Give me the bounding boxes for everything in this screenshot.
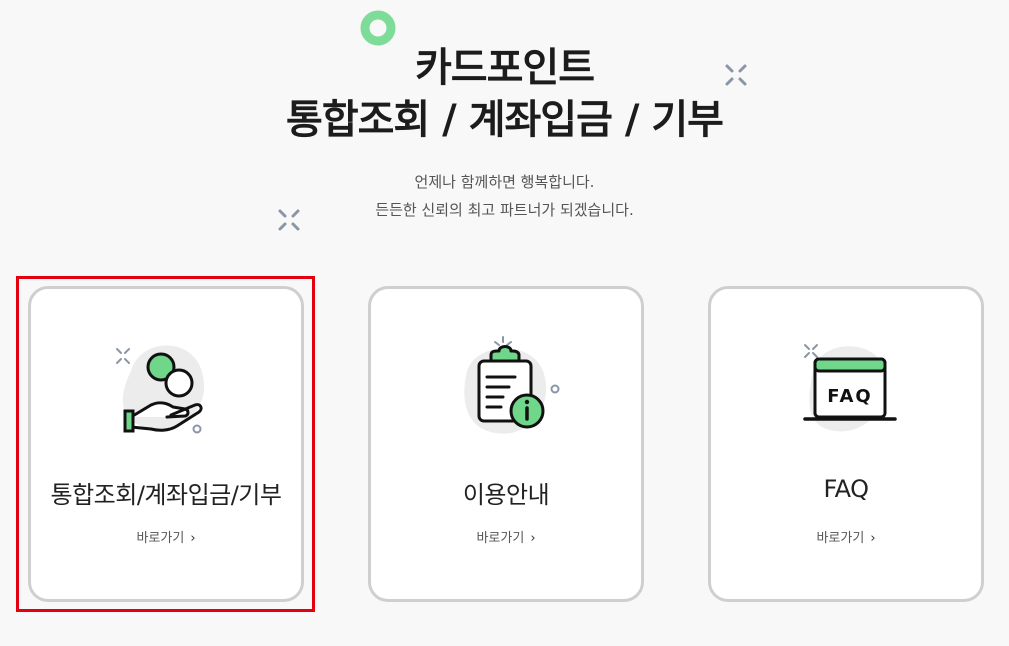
card-faq[interactable]: FAQ FAQ 바로가기 › xyxy=(708,286,984,602)
goto-link[interactable]: 바로가기 › xyxy=(711,527,981,546)
chevron-right-icon: › xyxy=(530,531,536,546)
faq-window-icon: FAQ xyxy=(803,344,897,432)
goto-link-label: 바로가기 xyxy=(816,531,865,546)
goto-link-label: 바로가기 xyxy=(476,531,525,546)
chevron-right-icon: › xyxy=(870,531,876,546)
card-title: 이용안내 xyxy=(462,481,550,509)
card-title: 통합조회/계좌입금/기부 xyxy=(50,481,282,509)
goto-link[interactable]: 바로가기 › xyxy=(31,527,301,546)
card-usage-guide[interactable]: 이용안내 바로가기 › xyxy=(368,286,644,602)
subtitle-line1: 언제나 함께하면 행복합니다. xyxy=(414,173,595,191)
page-title-line1: 카드포인트 xyxy=(415,45,595,91)
page-subtitle: 언제나 함께하면 행복합니다. 든든한 신뢰의 최고 파트너가 되겠습니다. xyxy=(0,168,1009,224)
chevron-right-icon: › xyxy=(190,531,196,546)
coins-hand-icon xyxy=(116,345,205,434)
page-title-line2: 통합조회 / 계좌입금 / 기부 xyxy=(286,97,724,143)
goto-link-label: 바로가기 xyxy=(136,531,185,546)
green-ring-decoration xyxy=(360,10,396,46)
subtitle-line2: 든든한 신뢰의 최고 파트너가 되겠습니다. xyxy=(375,201,634,219)
clipboard-info-icon xyxy=(464,336,560,434)
card-title: FAQ xyxy=(823,475,870,503)
faq-icon-text: FAQ xyxy=(827,386,872,407)
card-inquiry-deposit-donation[interactable]: 통합조회/계좌입금/기부 바로가기 › xyxy=(28,286,304,602)
page-title: 카드포인트 통합조회 / 계좌입금 / 기부 xyxy=(0,42,1009,146)
goto-link[interactable]: 바로가기 › xyxy=(371,527,641,546)
